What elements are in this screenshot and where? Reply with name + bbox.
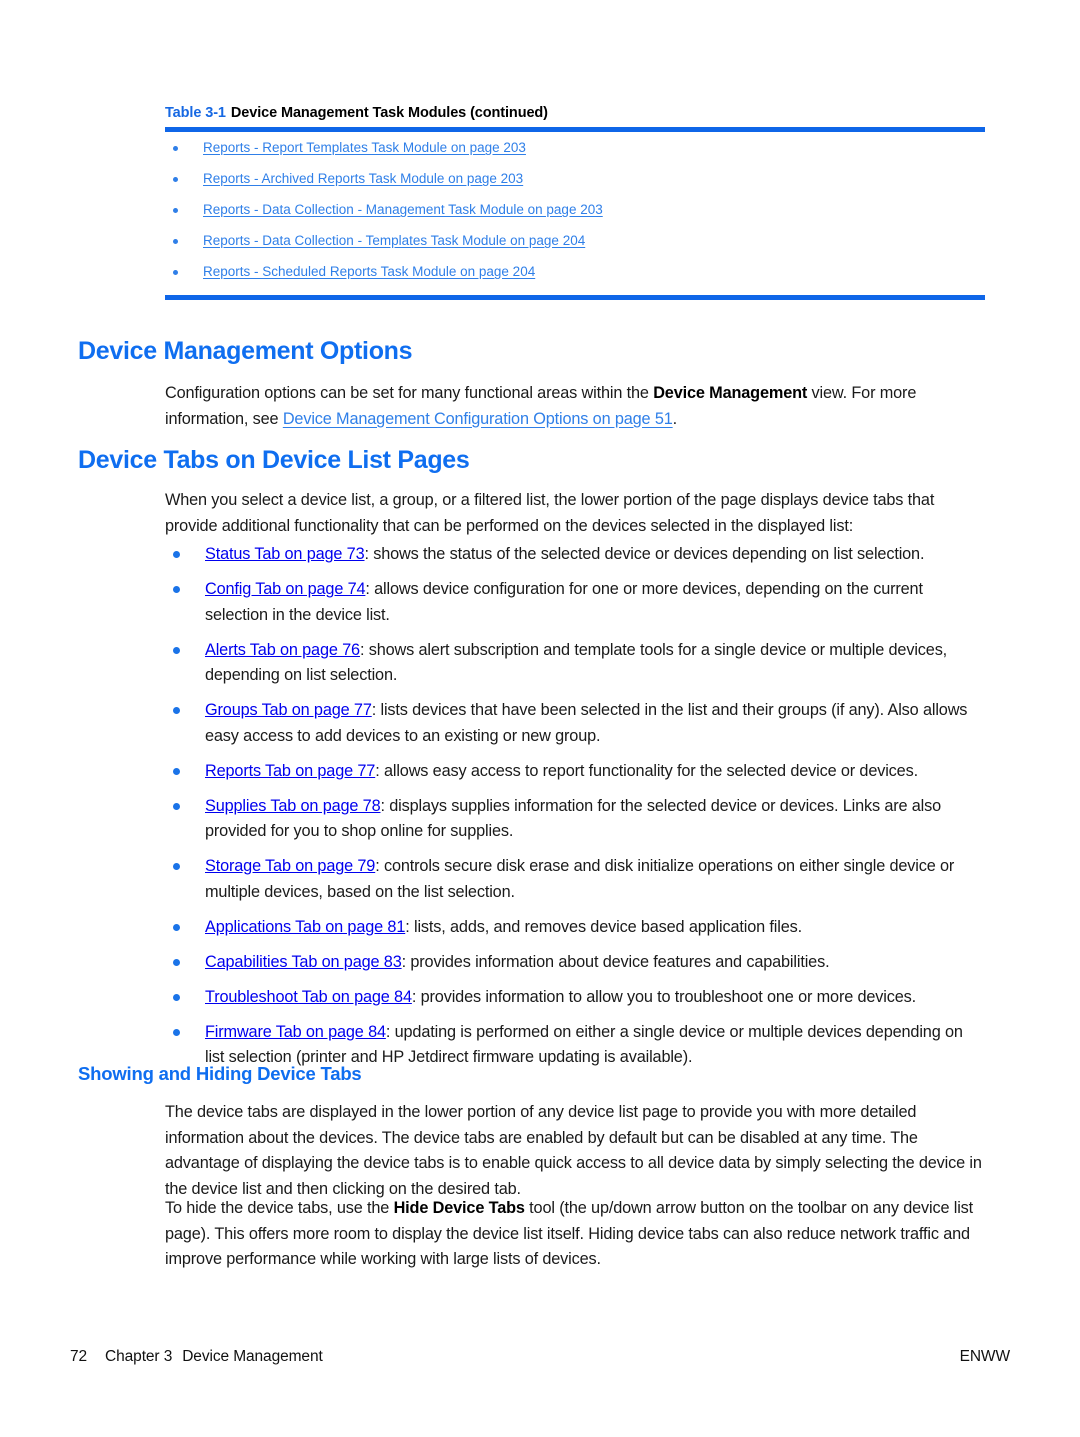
paragraph-bold-hide-device-tabs: Hide Device Tabs: [393, 1199, 525, 1217]
page-footer: 72 Chapter 3 Device Management ENWW: [70, 1348, 1010, 1372]
bullet-text: : provides information to allow you to t…: [411, 987, 917, 1006]
footer-left: 72 Chapter 3 Device Management: [70, 1348, 323, 1366]
device-tabs-intro-paragraph: When you select a device list, a group, …: [165, 491, 935, 535]
showhide-paragraph-2: To hide the device tabs, use the Hide De…: [165, 1196, 985, 1273]
link-firmware-tab[interactable]: Firmware Tab on page 84: [205, 1023, 386, 1041]
footer-imprint: ENWW: [959, 1348, 1011, 1365]
list-item: Alerts Tab on page 76: shows alert subsc…: [165, 638, 985, 689]
table-title: Device Management Task Modules (continue…: [230, 105, 548, 121]
footer-chapter: Chapter 3: [105, 1348, 173, 1365]
paragraph-text-post: .: [672, 409, 678, 428]
link-status-tab[interactable]: Status Tab on page 73: [205, 545, 365, 563]
link-supplies-tab[interactable]: Supplies Tab on page 78: [205, 797, 381, 815]
footer-chapter-title: Device Management: [182, 1348, 323, 1365]
device-management-options-paragraph: Configuration options can be set for man…: [165, 381, 985, 432]
table-link-list: Reports - Report Templates Task Module o…: [165, 132, 985, 287]
subsection-title-showing-hiding-device-tabs: Showing and Hiding Device Tabs: [78, 1063, 362, 1084]
link-storage-tab[interactable]: Storage Tab on page 79: [205, 857, 375, 875]
list-item: Status Tab on page 73: shows the status …: [165, 542, 985, 568]
showhide-paragraph-1: The device tabs are displayed in the low…: [165, 1103, 982, 1198]
table-link[interactable]: Reports - Report Templates Task Module o…: [203, 140, 526, 155]
bullet-text: : provides information about device feat…: [401, 952, 830, 971]
list-item: Capabilities Tab on page 83: provides in…: [165, 950, 985, 976]
list-item: Reports - Report Templates Task Module o…: [165, 132, 985, 163]
paragraph-text-pre: To hide the device tabs, use the: [165, 1199, 394, 1217]
bullet-text: : allows easy access to report functiona…: [375, 761, 918, 780]
list-item: Reports - Scheduled Reports Task Module …: [165, 256, 985, 287]
list-item: Storage Tab on page 79: controls secure …: [165, 854, 985, 905]
device-tabs-bullet-list: Status Tab on page 73: shows the status …: [165, 542, 985, 1080]
table-link[interactable]: Reports - Scheduled Reports Task Module …: [203, 264, 535, 279]
link-capabilities-tab[interactable]: Capabilities Tab on page 83: [205, 953, 402, 971]
list-item: Applications Tab on page 81: lists, adds…: [165, 915, 985, 941]
link-alerts-tab[interactable]: Alerts Tab on page 76: [205, 641, 360, 659]
link-groups-tab[interactable]: Groups Tab on page 77: [205, 701, 372, 719]
list-item: Config Tab on page 74: allows device con…: [165, 577, 985, 628]
paragraph-text-pre: Configuration options can be set for man…: [165, 384, 654, 402]
bullet-text: : shows the status of the selected devic…: [364, 545, 925, 563]
bullet-text: : lists, adds, and removes device based …: [405, 917, 802, 936]
table-link[interactable]: Reports - Archived Reports Task Module o…: [203, 171, 523, 186]
page-title-device-management-options: Device Management Options: [78, 337, 413, 365]
link-reports-tab[interactable]: Reports Tab on page 77: [205, 762, 375, 780]
list-item: Reports - Data Collection - Templates Ta…: [165, 225, 985, 256]
document-page: Table 3-1 Device Management Task Modules …: [0, 0, 1080, 1437]
list-item: Reports - Archived Reports Task Module o…: [165, 163, 985, 194]
link-device-management-configuration-options[interactable]: Device Management Configuration Options …: [283, 410, 673, 428]
paragraph-bold-device-management: Device Management: [653, 384, 808, 402]
list-item: Reports Tab on page 77: allows easy acce…: [165, 759, 985, 785]
table-3-1-block: Table 3-1 Device Management Task Modules …: [165, 104, 985, 300]
page-title-device-tabs: Device Tabs on Device List Pages: [78, 446, 470, 474]
list-item: Supplies Tab on page 78: displays suppli…: [165, 794, 985, 845]
table-number: Table 3-1: [165, 105, 226, 121]
footer-page-number: 72: [70, 1348, 88, 1365]
table-link[interactable]: Reports - Data Collection - Templates Ta…: [203, 233, 585, 248]
list-item: Troubleshoot Tab on page 84: provides in…: [165, 985, 985, 1011]
list-item: Groups Tab on page 77: lists devices tha…: [165, 698, 985, 749]
link-config-tab[interactable]: Config Tab on page 74: [205, 580, 366, 598]
table-caption: Table 3-1 Device Management Task Modules …: [165, 104, 985, 122]
link-applications-tab[interactable]: Applications Tab on page 81: [205, 918, 405, 936]
list-item: Reports - Data Collection - Management T…: [165, 194, 985, 225]
table-link[interactable]: Reports - Data Collection - Management T…: [203, 202, 603, 217]
link-troubleshoot-tab[interactable]: Troubleshoot Tab on page 84: [205, 988, 412, 1006]
table-bottom-rule: [165, 295, 985, 300]
